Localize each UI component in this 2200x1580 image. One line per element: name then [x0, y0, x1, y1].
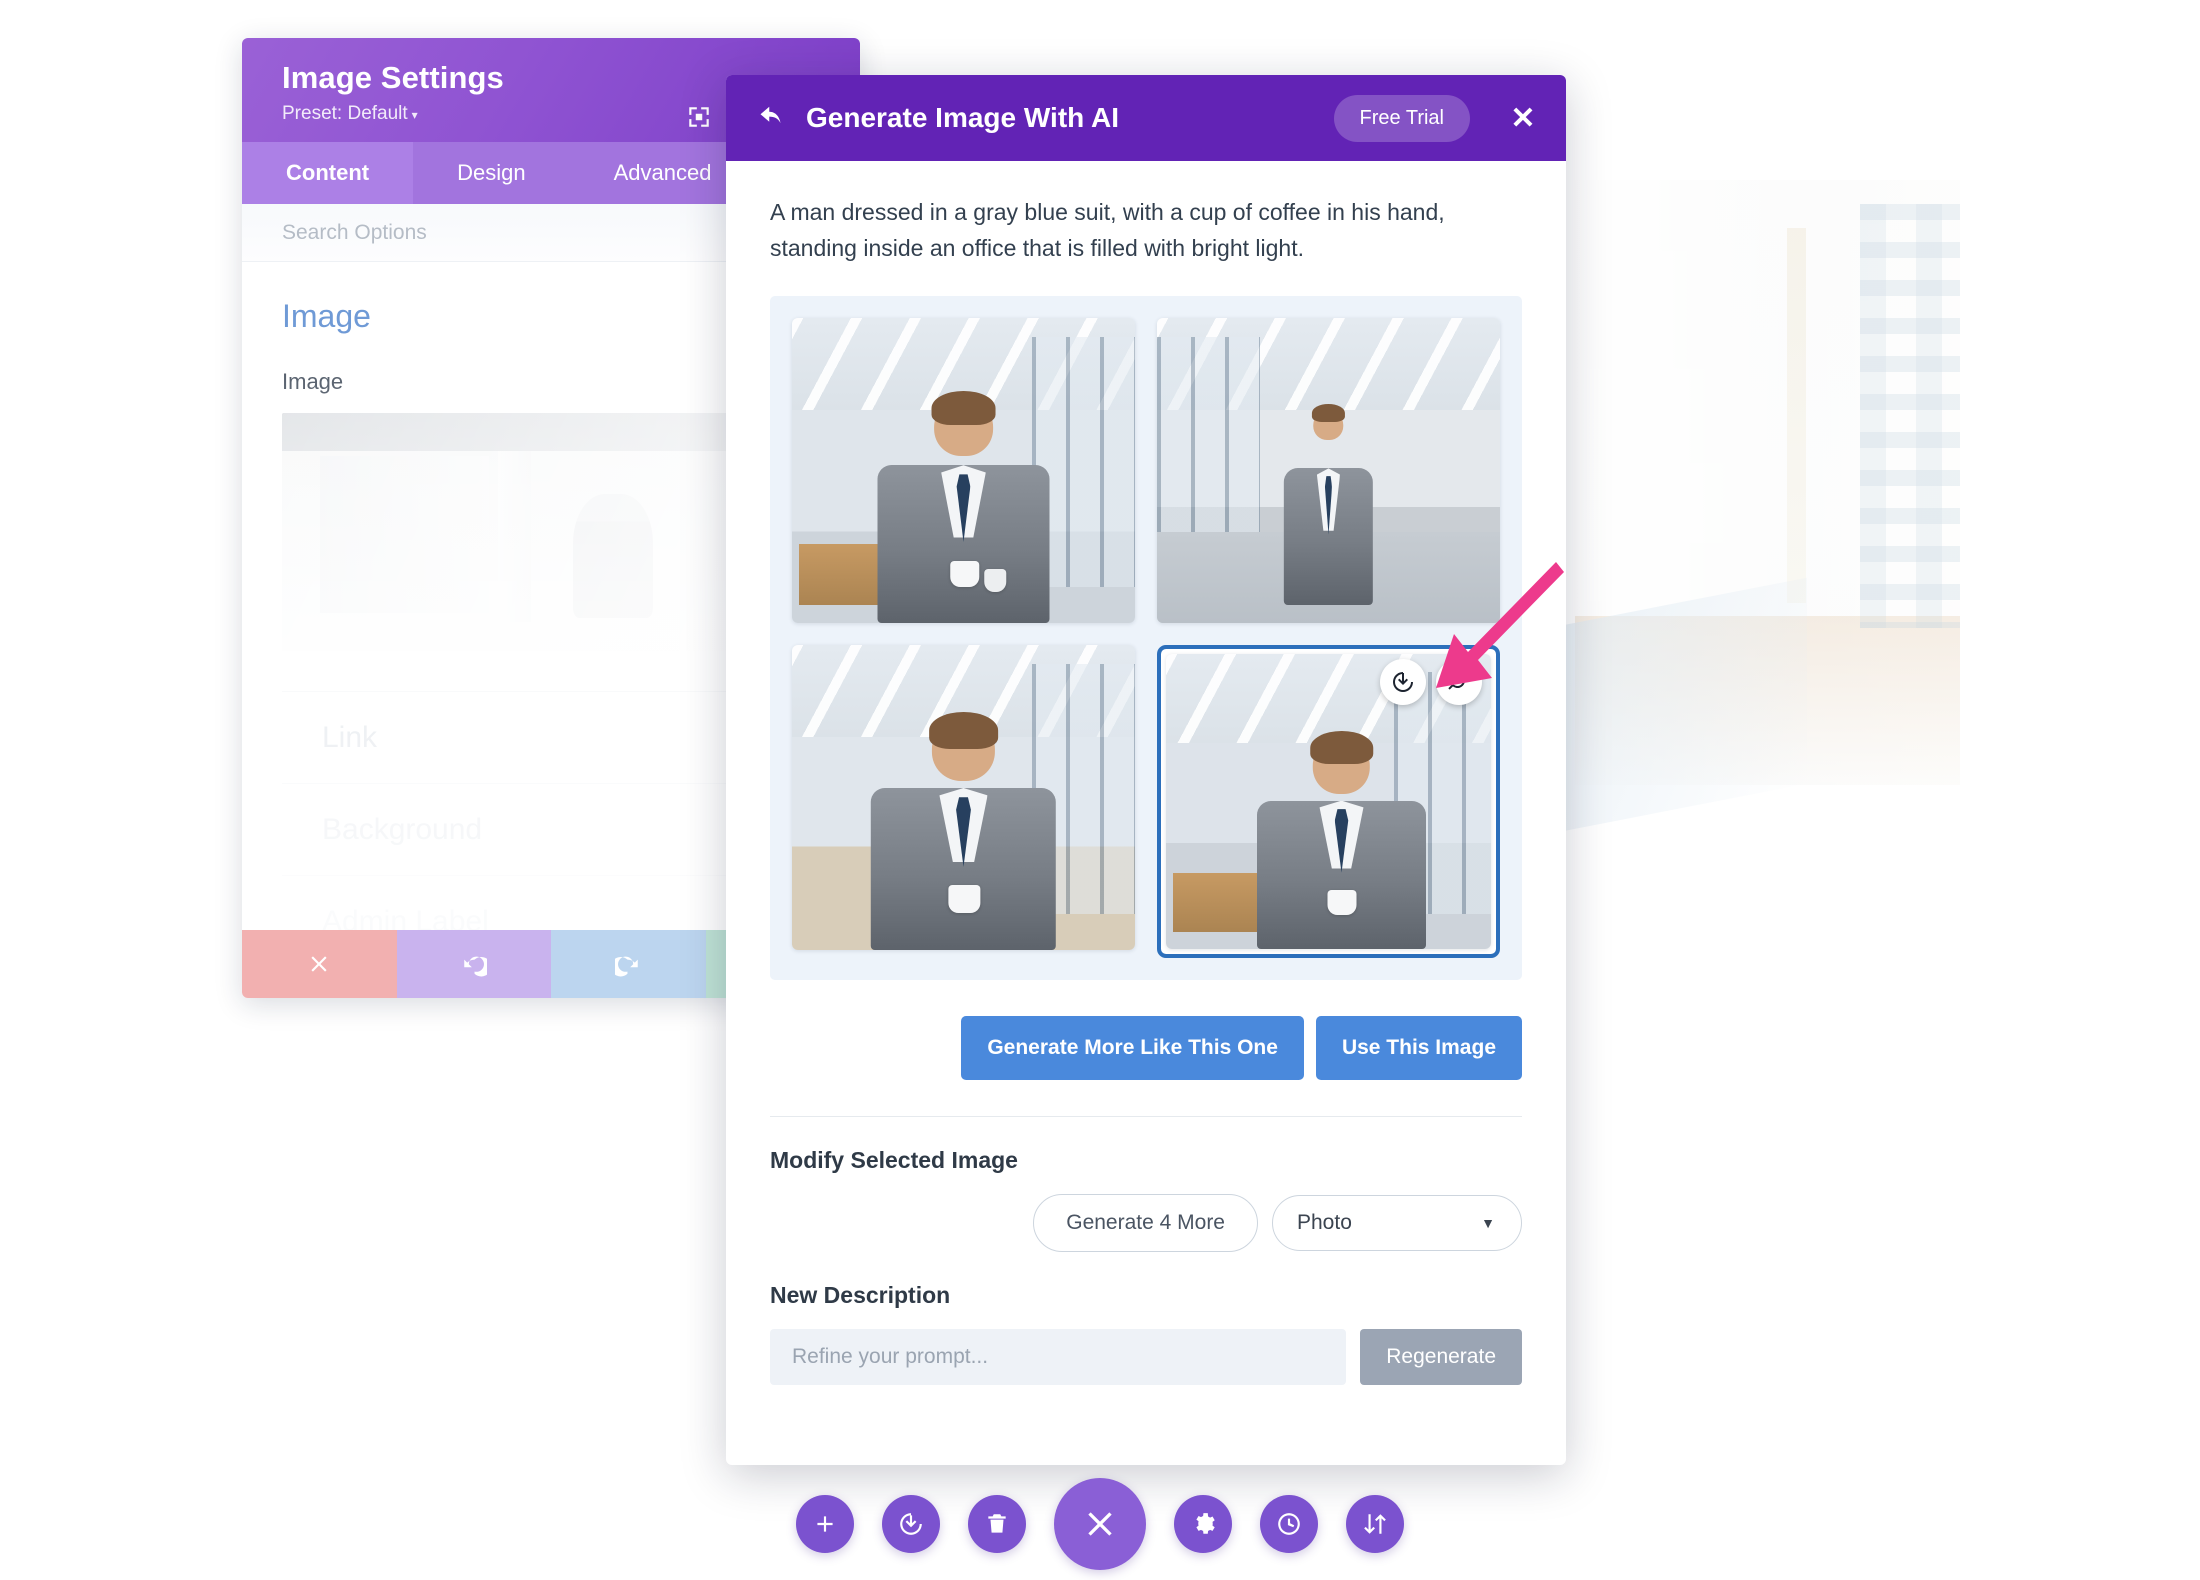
- gallery-item-4-selected[interactable]: [1157, 645, 1500, 959]
- modal-body: A man dressed in a gray blue suit, with …: [726, 161, 1566, 1386]
- free-trial-badge[interactable]: Free Trial: [1333, 94, 1470, 142]
- image-scene: [792, 318, 1135, 624]
- page-background-photo: [1536, 180, 1960, 836]
- coffee-cup: [948, 885, 981, 914]
- modify-controls: Generate 4 More Photo ▼: [770, 1194, 1522, 1253]
- person-figure: [870, 711, 1057, 951]
- modal-title: Generate Image With AI: [806, 102, 1120, 133]
- generated-image-2[interactable]: [1157, 318, 1500, 624]
- modify-selected-image-label: Modify Selected Image: [770, 1147, 1018, 1174]
- redo-button[interactable]: [551, 930, 706, 998]
- generate-image-modal: Generate Image With AI Free Trial ✕ A ma…: [726, 75, 1566, 1465]
- image-thumbnail[interactable]: [282, 413, 752, 651]
- tab-content[interactable]: Content: [242, 142, 414, 204]
- download-icon[interactable]: [1380, 659, 1426, 706]
- new-description-row: Regenerate: [770, 1329, 1522, 1386]
- magnifier-icon[interactable]: [1436, 659, 1482, 706]
- cancel-button[interactable]: [242, 930, 397, 998]
- hair: [931, 390, 996, 426]
- person-figure: [1283, 403, 1374, 605]
- trash-icon[interactable]: [968, 1495, 1026, 1553]
- thumb-glare: [282, 413, 752, 651]
- gallery-item-2[interactable]: [1157, 318, 1500, 624]
- generate-4-more-button[interactable]: Generate 4 More: [1033, 1194, 1258, 1253]
- back-arrow-icon[interactable]: [758, 103, 788, 133]
- image-scene: [792, 645, 1135, 951]
- fullscreen-icon[interactable]: [686, 104, 712, 130]
- primary-actions: Generate More Like This One Use This Ima…: [770, 1016, 1522, 1081]
- person-figure: [877, 390, 1050, 624]
- sort-icon[interactable]: [1346, 1495, 1404, 1553]
- use-this-image-button[interactable]: Use This Image: [1315, 1016, 1522, 1081]
- hair: [929, 711, 998, 749]
- clock-icon[interactable]: [1260, 1495, 1318, 1553]
- close-icon[interactable]: ✕: [1506, 101, 1540, 136]
- coffee-cup-2: [984, 569, 1007, 592]
- save-icon[interactable]: [882, 1495, 940, 1553]
- style-select[interactable]: Photo ▼: [1272, 1195, 1522, 1252]
- refine-prompt-input[interactable]: [770, 1329, 1347, 1386]
- tab-design[interactable]: Design: [413, 142, 569, 204]
- undo-button[interactable]: [396, 930, 551, 998]
- screen: Image Settings Preset: Default ▾ Content …: [0, 0, 2200, 1580]
- image-gallery: [770, 296, 1522, 981]
- gallery-item-1[interactable]: [792, 318, 1135, 624]
- person-figure: [1257, 730, 1426, 950]
- gear-icon[interactable]: [1174, 1495, 1232, 1553]
- close-icon[interactable]: [1054, 1478, 1146, 1570]
- regenerate-button[interactable]: Regenerate: [1360, 1329, 1522, 1386]
- gallery-item-3[interactable]: [792, 645, 1135, 958]
- image-scene: [1157, 318, 1500, 624]
- image-overlay-buttons: [1380, 659, 1482, 706]
- prompt-text: A man dressed in a gray blue suit, with …: [770, 199, 1445, 261]
- generate-more-like-this-button[interactable]: Generate More Like This One: [961, 1016, 1304, 1081]
- builder-toolbar: [796, 1478, 1404, 1570]
- hair: [1312, 403, 1345, 422]
- section-divider: [770, 1116, 1522, 1118]
- plus-icon[interactable]: [796, 1495, 854, 1553]
- modal-header: Generate Image With AI Free Trial ✕: [726, 75, 1566, 161]
- generated-image-3[interactable]: [792, 645, 1135, 951]
- hair: [1310, 730, 1373, 765]
- coffee-cup: [949, 561, 979, 588]
- new-description-label: New Description: [770, 1282, 951, 1309]
- generated-image-1[interactable]: [792, 318, 1135, 624]
- chevron-down-icon: ▾: [411, 108, 418, 122]
- coffee-cup: [1327, 889, 1357, 916]
- style-select-value: Photo: [1297, 1211, 1352, 1235]
- chevron-down-icon: ▼: [1481, 1215, 1495, 1232]
- preset-label: Preset: Default: [282, 103, 408, 124]
